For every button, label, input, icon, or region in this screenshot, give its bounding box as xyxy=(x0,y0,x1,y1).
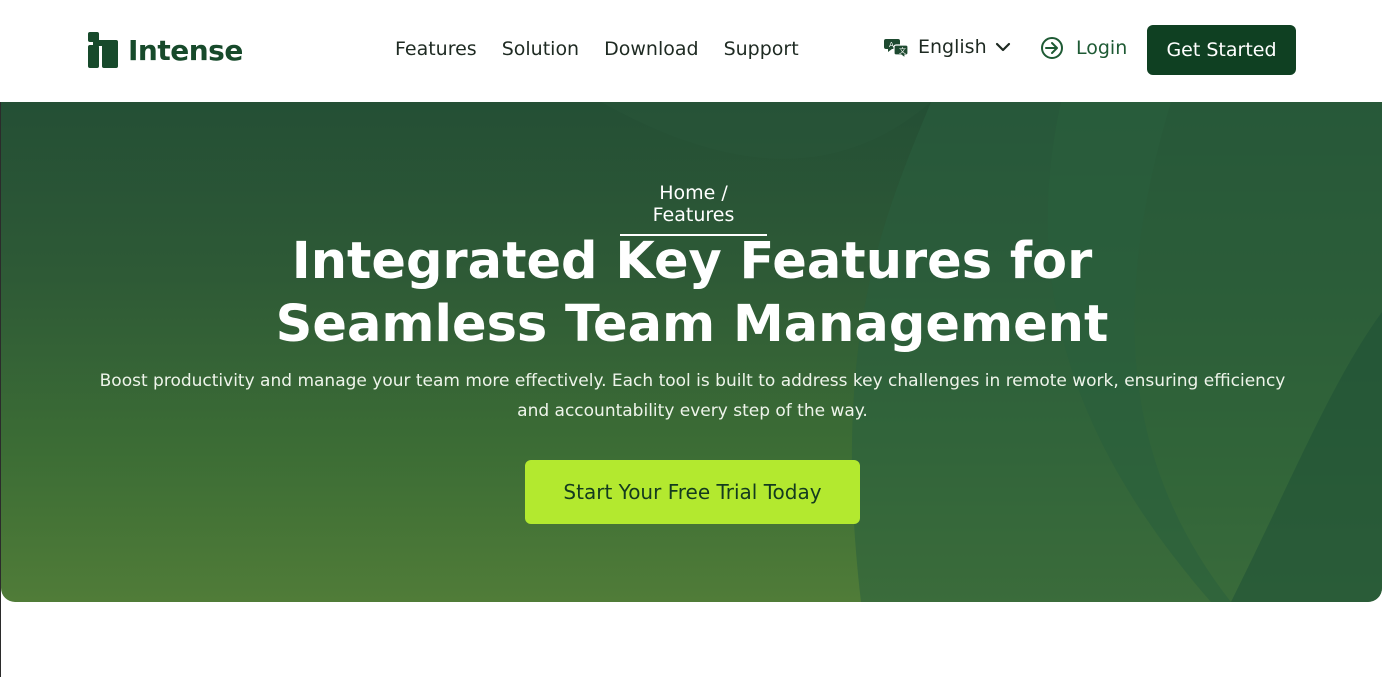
page-title-line-1: Integrated Key Features for xyxy=(291,232,1093,291)
login-label: Login xyxy=(1076,37,1128,59)
get-started-button[interactable]: Get Started xyxy=(1147,25,1296,75)
breadcrumb: Home / Features xyxy=(620,182,767,236)
language-label: English xyxy=(918,36,987,58)
chevron-down-icon xyxy=(995,42,1010,52)
svg-text:文: 文 xyxy=(899,46,906,55)
hero-subtitle: Boost productivity and manage your team … xyxy=(99,371,1286,421)
hero-banner: Home / Features Integrated Key Features … xyxy=(1,102,1382,602)
site-header: Intense Features Solution Download Suppo… xyxy=(0,0,1382,102)
language-selector[interactable]: A 文 English xyxy=(884,36,1011,58)
login-arrow-icon xyxy=(1041,37,1063,59)
main-nav: Features Solution Download Support xyxy=(395,38,799,60)
nav-item-features[interactable]: Features xyxy=(395,38,477,60)
brand-logo[interactable]: Intense xyxy=(88,32,243,68)
page-title: Integrated Key Features for Seamless Tea… xyxy=(201,230,1183,356)
breadcrumb-separator: / xyxy=(715,182,728,204)
nav-item-support[interactable]: Support xyxy=(724,38,799,60)
brand-name: Intense xyxy=(128,33,243,67)
nav-item-download[interactable]: Download xyxy=(604,38,698,60)
translate-icon: A 文 xyxy=(884,39,909,58)
login-link[interactable]: Login xyxy=(1040,36,1127,60)
nav-item-solution[interactable]: Solution xyxy=(502,38,579,60)
breadcrumb-current: Features xyxy=(652,204,735,226)
logo-mark-icon xyxy=(88,32,118,68)
breadcrumb-home-link[interactable]: Home xyxy=(659,182,715,204)
start-free-trial-button[interactable]: Start Your Free Trial Today xyxy=(525,460,860,524)
svg-text:A: A xyxy=(889,41,894,49)
page-title-line-2: Seamless Team Management xyxy=(275,295,1109,354)
